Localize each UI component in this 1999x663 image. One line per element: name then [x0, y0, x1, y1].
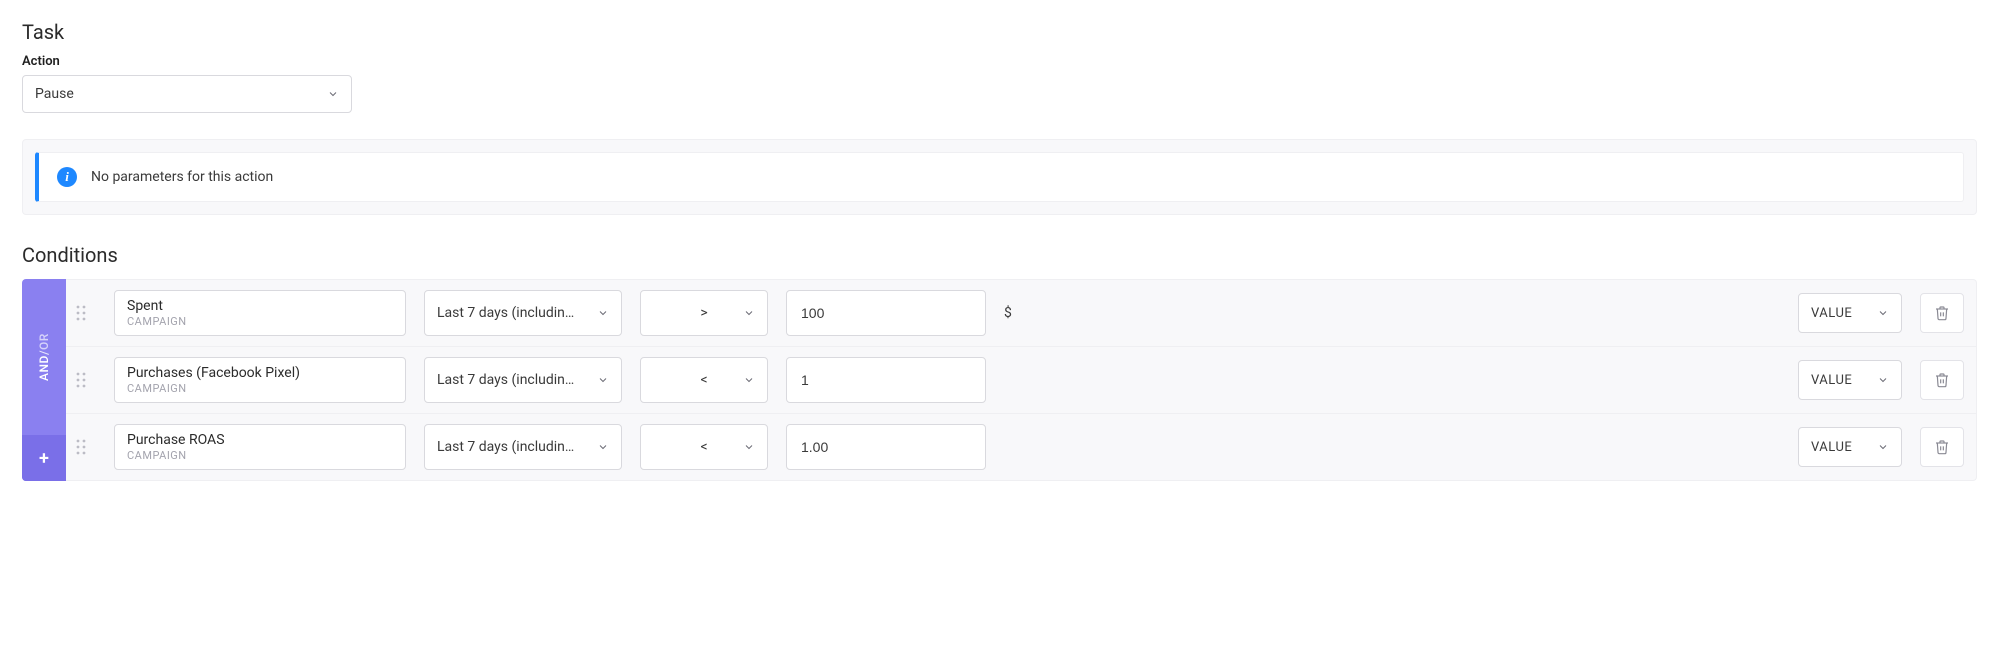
chevron-down-icon: [597, 439, 609, 455]
action-params-panel: i No parameters for this action: [22, 139, 1977, 215]
action-select[interactable]: Pause: [22, 75, 352, 113]
drag-handle[interactable]: [66, 357, 96, 403]
operator-select[interactable]: <: [640, 424, 768, 470]
compare-mode-value: VALUE: [1811, 373, 1852, 388]
condition-row: Spent CAMPAIGN Last 7 days (includin… > …: [66, 279, 1977, 347]
add-condition-button[interactable]: +: [22, 435, 66, 481]
metric-level: CAMPAIGN: [127, 449, 393, 462]
logic-toggle[interactable]: AND / OR: [22, 279, 66, 435]
operator-value: >: [700, 305, 707, 321]
operator-value: <: [700, 372, 707, 388]
metric-name: Purchases (Facebook Pixel): [127, 365, 393, 382]
info-icon: i: [57, 167, 77, 187]
compare-mode-value: VALUE: [1811, 440, 1852, 455]
drag-handle[interactable]: [66, 290, 96, 336]
conditions-title: Conditions: [22, 243, 1977, 267]
value-input[interactable]: [786, 290, 986, 336]
period-value: Last 7 days (includin…: [437, 372, 587, 388]
value-unit: [1004, 357, 1028, 403]
chevron-down-icon: [1877, 439, 1889, 455]
drag-handle[interactable]: [66, 424, 96, 470]
period-select[interactable]: Last 7 days (includin…: [424, 424, 622, 470]
value-input[interactable]: [786, 424, 986, 470]
chevron-down-icon: [1877, 372, 1889, 388]
task-title: Task: [22, 20, 1977, 44]
trash-icon: [1934, 439, 1950, 455]
chevron-down-icon: [1877, 305, 1889, 321]
action-label: Action: [22, 54, 1977, 69]
logic-and-label: AND: [37, 355, 51, 381]
delete-condition-button[interactable]: [1920, 293, 1964, 333]
trash-icon: [1934, 305, 1950, 321]
condition-row: Purchase ROAS CAMPAIGN Last 7 days (incl…: [66, 414, 1977, 481]
action-select-value: Pause: [35, 86, 74, 102]
metric-select[interactable]: Purchase ROAS CAMPAIGN: [114, 424, 406, 470]
metric-name: Purchase ROAS: [127, 432, 393, 449]
logic-slash: /: [37, 350, 51, 355]
operator-select[interactable]: <: [640, 357, 768, 403]
plus-icon: +: [39, 448, 49, 469]
chevron-down-icon: [743, 439, 755, 455]
value-input[interactable]: [786, 357, 986, 403]
compare-mode-select[interactable]: VALUE: [1798, 427, 1902, 467]
metric-level: CAMPAIGN: [127, 382, 393, 395]
value-unit: $: [1004, 290, 1028, 336]
conditions-block: AND / OR + Spent CAMPAIGN Last 7 days (i…: [22, 279, 1977, 481]
delete-condition-button[interactable]: [1920, 427, 1964, 467]
chevron-down-icon: [327, 86, 339, 102]
period-select[interactable]: Last 7 days (includin…: [424, 357, 622, 403]
logic-or-label: OR: [37, 333, 51, 350]
compare-mode-value: VALUE: [1811, 306, 1852, 321]
period-select[interactable]: Last 7 days (includin…: [424, 290, 622, 336]
chevron-down-icon: [597, 305, 609, 321]
value-unit: [1004, 424, 1028, 470]
metric-select[interactable]: Spent CAMPAIGN: [114, 290, 406, 336]
metric-level: CAMPAIGN: [127, 315, 393, 328]
condition-row: Purchases (Facebook Pixel) CAMPAIGN Last…: [66, 347, 1977, 414]
chevron-down-icon: [743, 305, 755, 321]
period-value: Last 7 days (includin…: [437, 305, 587, 321]
compare-mode-select[interactable]: VALUE: [1798, 293, 1902, 333]
trash-icon: [1934, 372, 1950, 388]
metric-name: Spent: [127, 298, 393, 315]
info-callout-text: No parameters for this action: [91, 169, 273, 185]
logic-rail: AND / OR +: [22, 279, 66, 481]
operator-select[interactable]: >: [640, 290, 768, 336]
condition-rows: Spent CAMPAIGN Last 7 days (includin… > …: [66, 279, 1977, 481]
period-value: Last 7 days (includin…: [437, 439, 587, 455]
chevron-down-icon: [743, 372, 755, 388]
chevron-down-icon: [597, 372, 609, 388]
metric-select[interactable]: Purchases (Facebook Pixel) CAMPAIGN: [114, 357, 406, 403]
compare-mode-select[interactable]: VALUE: [1798, 360, 1902, 400]
operator-value: <: [700, 439, 707, 455]
info-callout: i No parameters for this action: [35, 152, 1964, 202]
delete-condition-button[interactable]: [1920, 360, 1964, 400]
